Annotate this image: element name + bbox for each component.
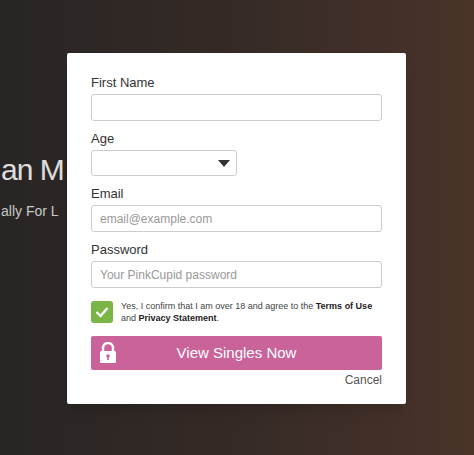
view-singles-button[interactable]: View Singles Now — [91, 336, 382, 370]
cancel-link[interactable]: Cancel — [345, 372, 382, 388]
form-field: Age — [91, 131, 382, 176]
consent-fragment: Yes, I confirm that I am over 18 and agr… — [121, 301, 316, 311]
checkmark-icon — [95, 306, 109, 318]
consent-link[interactable]: Privacy Statement — [139, 313, 217, 323]
consent-row: Yes, I confirm that I am over 18 and agr… — [91, 300, 382, 324]
consent-link[interactable]: Terms of Use — [316, 301, 372, 311]
form-field: First Name — [91, 75, 382, 121]
dropdown-arrow-icon — [218, 160, 230, 167]
text-input[interactable] — [91, 94, 382, 121]
consent-checkbox[interactable] — [91, 301, 113, 323]
field-label: Email — [91, 186, 382, 202]
form-field: Email — [91, 186, 382, 232]
consent-fragment: . — [217, 313, 220, 323]
password-input[interactable] — [91, 261, 382, 288]
lock-icon — [99, 342, 117, 364]
text-input[interactable] — [91, 205, 382, 232]
button-label: View Singles Now — [91, 343, 382, 363]
page: an Mally For L First NameAgeEmailPasswor… — [0, 0, 474, 455]
consent-text: Yes, I confirm that I am over 18 and agr… — [121, 300, 382, 324]
signup-dialog: First Name Age Email Password Yes, I confirm… — [67, 53, 406, 404]
field-label: Age — [91, 131, 382, 147]
form-field: Password — [91, 242, 382, 288]
age-select[interactable] — [91, 150, 237, 176]
field-label: First Name — [91, 75, 382, 91]
field-label: Password — [91, 242, 382, 258]
